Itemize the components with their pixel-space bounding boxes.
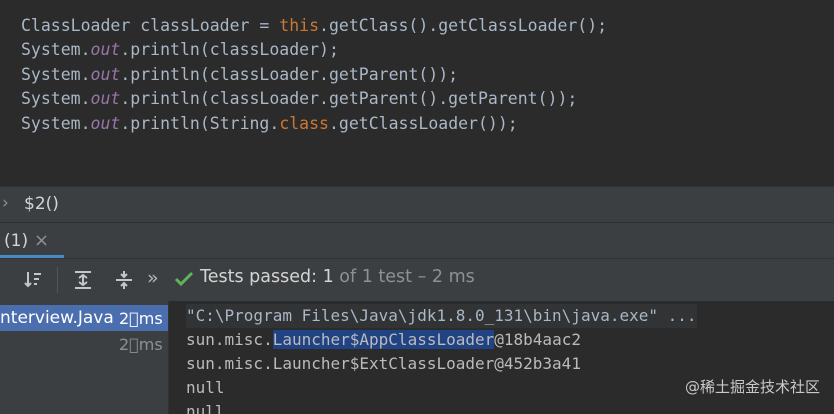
console-output[interactable]: "C:\Program Files\Java\jdk1.8.0_131\bin\… xyxy=(169,301,834,414)
code-text: .println(String. xyxy=(120,114,280,133)
code-text: ClassLoader classLoader = xyxy=(21,16,280,35)
code-line: System.out.println(String.class.getClass… xyxy=(21,113,518,135)
check-icon xyxy=(174,269,194,289)
duration: – 2 ms xyxy=(417,267,475,287)
collapse-all-icon[interactable] xyxy=(113,269,135,291)
console-line: "C:\Program Files\Java\jdk1.8.0_131\bin\… xyxy=(186,304,697,328)
console-line: null xyxy=(186,402,225,414)
close-icon[interactable]: × xyxy=(34,230,49,251)
code-line: System.out.println(classLoader); xyxy=(21,39,339,61)
code-keyword: class xyxy=(279,114,329,133)
code-text: System. xyxy=(21,114,91,133)
code-text: .getClass().getClassLoader(); xyxy=(319,16,608,35)
console-line: sun.misc.Launcher$AppClassLoader@18b4aac… xyxy=(186,328,581,352)
total-count: of 1 test xyxy=(339,267,413,287)
tab-label: (1) xyxy=(4,231,29,251)
code-line: System.out.println(classLoader.getParent… xyxy=(21,88,577,110)
tree-item-selected[interactable]: nterview.Java 2 ms xyxy=(0,305,168,331)
run-tab[interactable]: (1) × xyxy=(0,223,64,259)
code-keyword: this xyxy=(279,16,320,35)
tree-item[interactable]: 2 ms xyxy=(0,332,168,358)
code-text: System. xyxy=(21,89,91,108)
code-field: out xyxy=(90,89,121,108)
code-text: .println(classLoader); xyxy=(120,40,339,59)
code-field: out xyxy=(90,40,121,59)
status-text: Tests passed: xyxy=(200,267,317,287)
more-actions-icon[interactable]: » xyxy=(147,267,159,289)
run-config-header: › $2() xyxy=(0,186,834,223)
watermark: @稀土掘金技术社区 xyxy=(684,378,820,396)
code-field: out xyxy=(90,65,121,84)
tree-item-label: nterview.Java xyxy=(0,308,114,328)
code-line: System.out.println(classLoader.getParent… xyxy=(21,64,458,86)
test-tree: nterview.Java 2 ms 2 ms xyxy=(0,301,169,414)
sort-icon[interactable] xyxy=(22,269,44,291)
run-config-title: $2() xyxy=(24,194,59,214)
toolbar-separator xyxy=(57,267,58,293)
expand-all-icon[interactable] xyxy=(72,269,94,291)
selected-text: Launcher$AppClassLoader xyxy=(272,330,495,349)
console-line: null xyxy=(186,378,225,397)
test-status: Tests passed: 1 of 1 test – 2 ms xyxy=(200,267,475,287)
code-text: System. xyxy=(21,40,91,59)
tree-item-time: 2 ms xyxy=(119,309,163,328)
console-text: sun.misc. xyxy=(186,330,273,349)
passed-count: 1 xyxy=(322,267,334,287)
code-text: .println(classLoader.getParent().getPare… xyxy=(120,89,578,108)
console-text: @18b4aac2 xyxy=(494,330,581,349)
run-tab-bar: (1) × xyxy=(0,222,834,259)
test-runner-toolbar: » Tests passed: 1 of 1 test – 2 ms xyxy=(0,258,834,302)
code-line: ClassLoader classLoader = this.getClass(… xyxy=(21,15,607,37)
code-text: .println(classLoader.getParent()); xyxy=(120,65,459,84)
code-text: .getClassLoader()); xyxy=(328,114,518,133)
code-text: System. xyxy=(21,65,91,84)
console-line: sun.misc.Launcher$ExtClassLoader@452b3a4… xyxy=(186,354,581,373)
code-editor[interactable]: ClassLoader classLoader = this.getClass(… xyxy=(0,0,834,186)
chevron-right-icon[interactable]: › xyxy=(2,193,9,213)
code-field: out xyxy=(90,114,121,133)
tree-item-time: 2 ms xyxy=(119,335,163,354)
